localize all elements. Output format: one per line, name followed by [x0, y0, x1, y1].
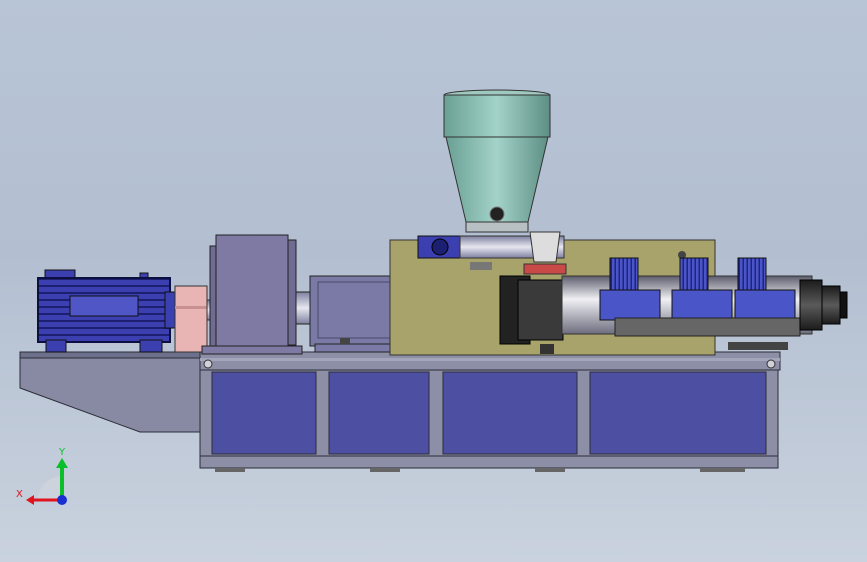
base-panel-3 — [442, 371, 578, 455]
x-axis-label: X — [16, 489, 23, 500]
base-panel-4 — [589, 371, 767, 455]
heater-fans — [609, 257, 767, 291]
hopper — [443, 89, 551, 233]
gear-reducer — [201, 234, 317, 355]
drive-motor — [37, 269, 176, 353]
coordinate-triad: Y X — [16, 447, 68, 505]
y-axis-label: Y — [58, 447, 66, 458]
cad-viewport[interactable]: Y X — [0, 0, 867, 562]
base-panel-2 — [328, 371, 430, 455]
extruder-assembly-drawing: Y X — [16, 89, 848, 505]
base-frame — [19, 351, 781, 472]
base-panel-1 — [211, 371, 317, 455]
